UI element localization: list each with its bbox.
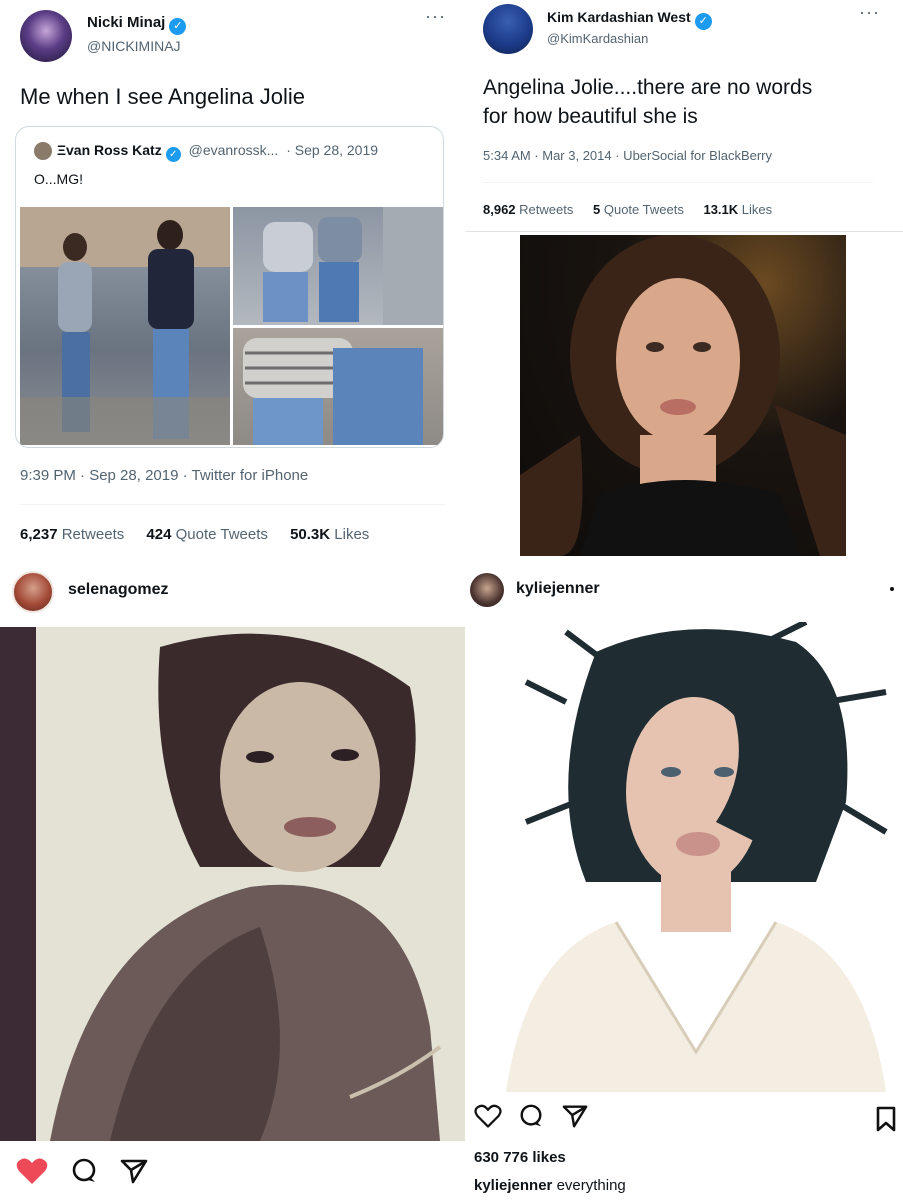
likes-stat[interactable]: 13.1K Likes: [703, 202, 772, 217]
author-name[interactable]: Nicki Minaj: [87, 14, 165, 31]
retweets-label: Retweets: [519, 202, 574, 217]
author-name[interactable]: Kim Kardashian West: [547, 9, 691, 25]
retweets-label: Retweets: [61, 526, 125, 543]
verified-icon: ✓: [165, 147, 181, 162]
nicki-tweet: Nicki Minaj ✓ @NICKIMINAJ ··· Me when I s…: [0, 0, 465, 553]
more-options-icon[interactable]: [890, 587, 894, 591]
street-scene-illustration: [20, 207, 230, 445]
kim-tweet: Kim Kardashian West ✓ @KimKardashian ··· …: [466, 0, 903, 556]
divider: [20, 504, 445, 505]
heart-icon[interactable]: [16, 1157, 48, 1190]
retweets-stat[interactable]: 6,237 Retweets: [20, 526, 124, 543]
author-handle[interactable]: @NICKIMINAJ: [87, 38, 181, 54]
share-icon[interactable]: [119, 1157, 149, 1190]
retweets-count: 6,237: [20, 526, 58, 543]
tweet-text-line: for how beautiful she is: [483, 105, 698, 128]
caption-text: everything: [556, 1177, 626, 1194]
likes-label: Likes: [334, 526, 370, 543]
tweet-text: Me when I see Angelina Jolie: [20, 84, 305, 109]
retweets-stat[interactable]: 8,962 Retweets: [483, 202, 573, 217]
likes-count: 50.3K: [290, 526, 331, 543]
quoted-photo-top-right[interactable]: [233, 207, 443, 325]
post-photo[interactable]: [0, 627, 465, 1141]
portrait-illustration: [0, 627, 465, 1141]
post-actions: [16, 1157, 149, 1187]
post-actions: [474, 1103, 589, 1133]
quotes-stat[interactable]: 5 Quote Tweets: [593, 202, 684, 217]
quoted-text: O...MG!: [34, 171, 83, 187]
avatar[interactable]: [34, 142, 52, 160]
divider: [466, 231, 903, 232]
share-icon[interactable]: [561, 1103, 589, 1134]
quoted-author-name[interactable]: Ξvan Ross Katz: [57, 142, 162, 158]
quotes-stat[interactable]: 424 Quote Tweets: [146, 526, 267, 543]
quoted-author-handle[interactable]: @evanrossk...: [189, 142, 279, 158]
kylie-post: kyliejenner 630 776 likes kyliejenner ev…: [466, 557, 903, 1200]
tweet-text-line: Angelina Jolie....there are no words: [483, 76, 813, 99]
tweet-text: Angelina Jolie....there are no words for…: [483, 73, 812, 131]
quoted-photo-main[interactable]: [20, 207, 230, 445]
username[interactable]: selenagomez: [68, 581, 168, 599]
username[interactable]: kyliejenner: [516, 580, 600, 598]
post-photo[interactable]: [466, 622, 903, 1092]
comment-icon[interactable]: [518, 1103, 544, 1134]
portrait-illustration: [520, 235, 846, 556]
divider: [483, 182, 873, 183]
caption: kyliejenner everything: [474, 1177, 626, 1194]
verified-icon: ✓: [694, 13, 712, 30]
likes-stat[interactable]: 50.3K Likes: [290, 526, 369, 543]
selena-post: selenagomez: [0, 557, 465, 1200]
quoted-date: · Sep 28, 2019: [286, 142, 379, 158]
quotes-label: Quote Tweets: [175, 526, 268, 543]
portrait-illustration: [506, 622, 888, 1092]
street-scene-illustration: [263, 207, 443, 325]
quoted-photo-bottom-right[interactable]: [233, 328, 443, 445]
avatar[interactable]: [12, 571, 54, 613]
heart-icon[interactable]: [474, 1103, 502, 1134]
likes-label: Likes: [741, 202, 773, 217]
quotes-count: 424: [146, 526, 172, 543]
tweet-stats: 8,962 Retweets 5 Quote Tweets 13.1K Like…: [483, 202, 772, 217]
likes-count[interactable]: 630 776 likes: [474, 1149, 566, 1166]
street-scene-illustration: [243, 338, 423, 445]
quotes-count: 5: [593, 202, 601, 217]
tweet-stats: 6,237 Retweets 424 Quote Tweets 50.3K Li…: [20, 526, 369, 543]
avatar[interactable]: [483, 4, 533, 54]
quoted-tweet[interactable]: Ξvan Ross Katz ✓ @evanrossk... · Sep 28, …: [15, 126, 444, 448]
avatar[interactable]: [470, 573, 504, 607]
caption-username[interactable]: kyliejenner: [474, 1177, 552, 1194]
likes-count: 13.1K: [703, 202, 739, 217]
tweet-meta: 5:34 AM · Mar 3, 2014 · UberSocial for B…: [483, 148, 773, 163]
more-options-icon[interactable]: ···: [859, 2, 880, 23]
tweet-meta: 9:39 PM · Sep 28, 2019 · Twitter for iPh…: [20, 467, 309, 484]
bookmark-icon[interactable]: [875, 1106, 897, 1137]
quotes-label: Quote Tweets: [603, 202, 684, 217]
comment-icon[interactable]: [70, 1157, 98, 1190]
avatar[interactable]: [20, 10, 72, 62]
portrait-photo[interactable]: [520, 235, 846, 556]
author-handle[interactable]: @KimKardashian: [547, 31, 648, 46]
more-options-icon[interactable]: ···: [425, 6, 446, 27]
verified-icon: ✓: [169, 18, 187, 35]
retweets-count: 8,962: [483, 202, 516, 217]
